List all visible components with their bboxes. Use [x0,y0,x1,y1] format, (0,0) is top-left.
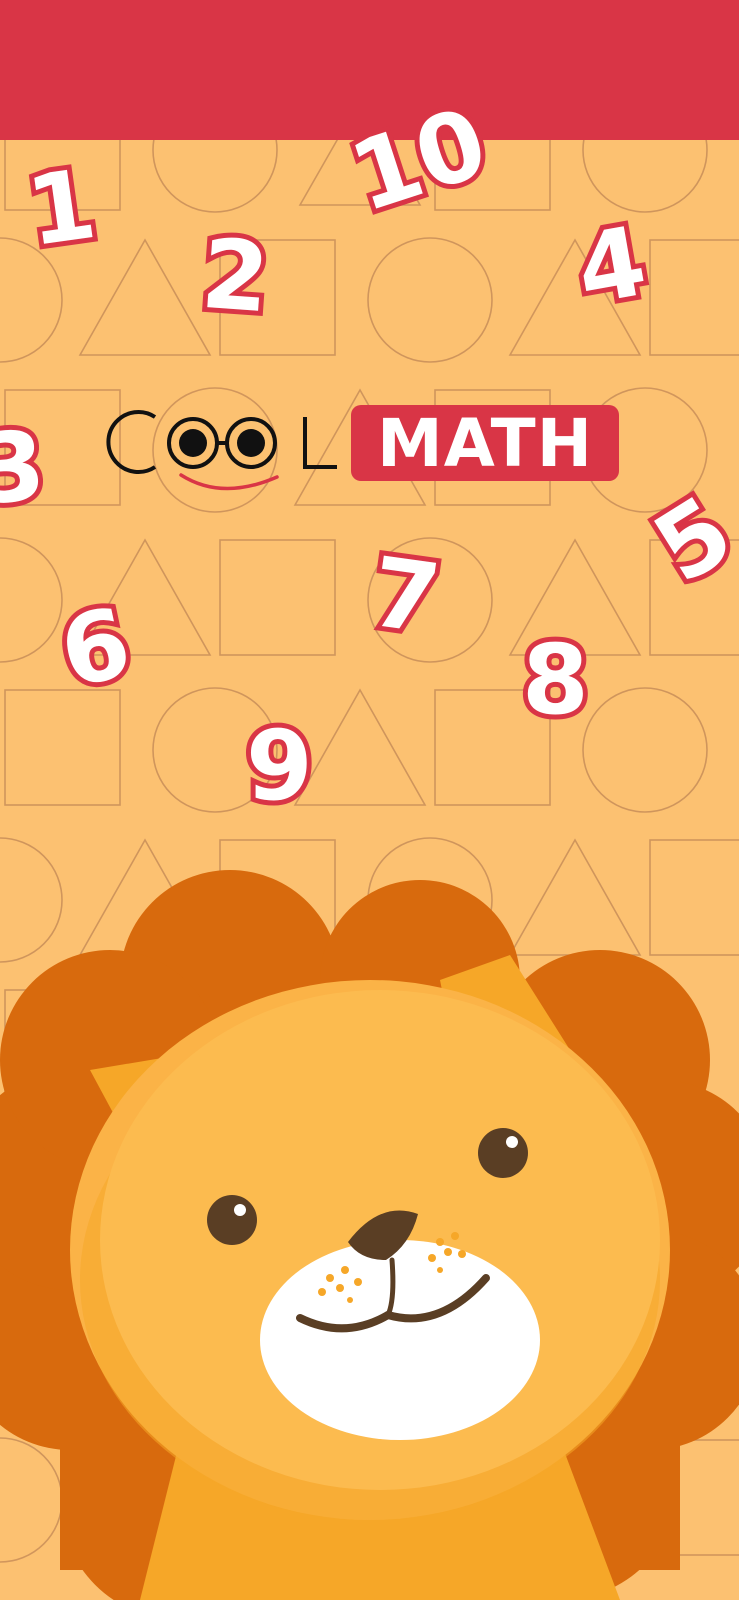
cool-text-graphic [106,410,337,491]
number-9: 9 [241,710,318,822]
logo-math-text: MATH [351,405,619,482]
coolmath-logo: COOL MATH [105,405,635,505]
number-3: 3 [0,405,54,531]
number-2: 2 [193,213,277,339]
lion-mascot [0,870,739,1600]
number-7: 7 [360,531,452,661]
number-1: 1 [16,143,108,273]
number-8: 8 [517,624,594,736]
